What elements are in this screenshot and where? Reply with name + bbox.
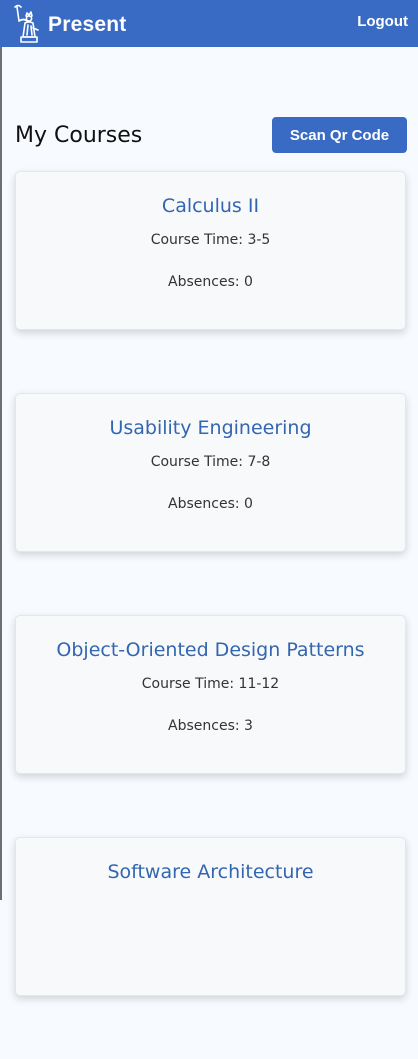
course-absences: Absences: 3 <box>168 718 253 734</box>
course-card[interactable]: Calculus II Course Time: 3-5 Absences: 0 <box>15 171 406 330</box>
course-list: Calculus II Course Time: 3-5 Absences: 0… <box>15 171 406 1059</box>
course-absences: Absences: 0 <box>168 496 253 512</box>
top-navbar: Present Logout <box>0 0 418 47</box>
course-name[interactable]: Usability Engineering <box>16 394 405 439</box>
course-absences: Absences: 0 <box>168 274 253 290</box>
page-title: My Courses <box>15 122 143 148</box>
left-border <box>0 0 2 900</box>
course-name[interactable]: Software Architecture <box>16 838 405 883</box>
course-time: Course Time: 3-5 <box>150 232 271 248</box>
course-card[interactable]: Usability Engineering Course Time: 7-8 A… <box>15 393 406 552</box>
course-name[interactable]: Calculus II <box>16 172 405 217</box>
course-name[interactable]: Object-Oriented Design Patterns <box>16 616 405 661</box>
statue-of-liberty-logo-icon <box>14 4 39 43</box>
app-name: Present <box>48 12 127 36</box>
course-card[interactable]: Object-Oriented Design Patterns Course T… <box>15 615 406 774</box>
scan-qr-code-button[interactable]: Scan Qr Code <box>272 117 407 153</box>
logout-link[interactable]: Logout <box>357 13 408 30</box>
course-time: Course Time: 7-8 <box>150 454 271 470</box>
brand[interactable]: Present <box>12 4 126 44</box>
page-header: My Courses Scan Qr Code <box>15 117 407 153</box>
course-time: Course Time: 11-12 <box>141 676 280 692</box>
course-card[interactable]: Software Architecture <box>15 837 406 996</box>
